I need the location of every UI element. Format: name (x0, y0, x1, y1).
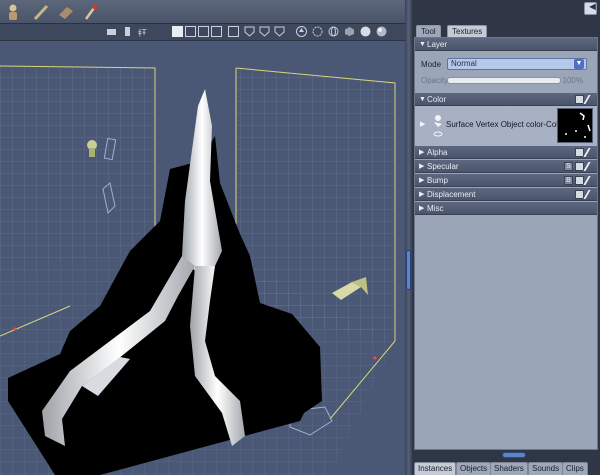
shield-view-icon[interactable] (244, 26, 255, 37)
block-tool-icon[interactable] (57, 3, 75, 21)
three-view-icon[interactable] (198, 26, 209, 37)
tab-sounds[interactable]: Sounds (528, 462, 564, 475)
mode-dropdown[interactable]: Normal ▼ (447, 58, 587, 70)
section-misc[interactable]: ▶ Misc (415, 202, 597, 215)
left-wall-grid (0, 66, 155, 273)
collapse-panel-button[interactable]: ◄ (584, 1, 598, 15)
section-specular[interactable]: ▶ Specular S (415, 160, 598, 173)
shield3-view-icon[interactable] (274, 26, 285, 37)
single-view-icon[interactable] (172, 26, 183, 37)
sphere-icon[interactable] (360, 26, 371, 37)
collapsed-triangle-icon: ▶ (419, 163, 425, 170)
view-toolbar: ǂŦ (0, 24, 412, 41)
section-displacement-title: Displacement (427, 190, 476, 199)
four-view-icon[interactable] (211, 26, 222, 37)
section-misc-title: Misc (427, 204, 444, 213)
paint-brush-icon[interactable] (583, 190, 598, 199)
expanded-triangle-icon: ▼ (419, 96, 426, 103)
section-alpha[interactable]: ▶ Alpha (415, 146, 598, 159)
opacity-label: Opacity (421, 76, 449, 85)
tab-objects[interactable]: Objects (456, 462, 492, 475)
antenna-tool-icon[interactable]: ǂŦ (138, 26, 149, 37)
section-displacement[interactable]: ▶ Displacement (415, 188, 598, 201)
opacity-slider[interactable] (447, 77, 561, 84)
textures-panel: ▼ Layer Mode Normal ▼ Opacity 100% ▼ Col… (414, 37, 598, 450)
paint-brush-icon[interactable] (583, 162, 598, 171)
figure-tool-icon[interactable] (4, 3, 22, 21)
section-alpha-title: Alpha (427, 148, 448, 157)
expanded-triangle-icon: ▼ (419, 41, 426, 48)
opacity-slider-fill (448, 78, 560, 83)
panel-scrollbar[interactable] (412, 450, 600, 460)
layout-view-icon[interactable] (228, 26, 239, 37)
section-layer[interactable]: ▼ Layer (415, 38, 597, 51)
paint-brush-icon[interactable] (583, 95, 598, 104)
target-icon[interactable] (312, 26, 323, 37)
arrow-up-icon[interactable] (296, 26, 307, 37)
collapsed-triangle-icon: ▶ (419, 191, 425, 198)
wand-tool-icon[interactable] (32, 3, 50, 21)
tab-clips[interactable]: Clips (562, 462, 588, 475)
specular-s-icon[interactable]: S (564, 162, 573, 171)
section-color[interactable]: ▼ Color (415, 93, 598, 106)
panel-splitter[interactable] (405, 0, 412, 475)
tab-shaders[interactable]: Shaders (490, 462, 528, 475)
two-view-icon[interactable] (185, 26, 196, 37)
opacity-value: 100% (562, 76, 583, 85)
color-texture-thumbnail[interactable] (557, 108, 593, 143)
mode-value: Normal (451, 59, 477, 68)
vertex-color-icon (433, 115, 443, 137)
cube-icon[interactable] (344, 26, 355, 37)
bottle-tool-icon[interactable] (122, 26, 133, 37)
section-color-title: Color (427, 95, 447, 104)
collapsed-triangle-icon[interactable]: ▶ (420, 120, 425, 128)
globe-icon[interactable] (328, 26, 339, 37)
color-layer-row[interactable]: ▶ Surface Vertex Object color-Color (415, 106, 597, 146)
shield2-view-icon[interactable] (259, 26, 270, 37)
scene-render (0, 65, 396, 475)
bump-b-icon[interactable]: B (564, 176, 573, 185)
splitter-handle[interactable] (406, 250, 411, 290)
collapsed-triangle-icon: ▶ (419, 177, 425, 184)
collapsed-triangle-icon: ▶ (419, 149, 425, 156)
svg-text:ǂŦ: ǂŦ (138, 28, 147, 37)
mode-label: Mode (421, 60, 442, 69)
section-bump[interactable]: ▶ Bump B (415, 174, 598, 187)
collapse-arrow-icon: ◄ (587, 1, 598, 13)
section-specular-title: Specular (427, 162, 459, 171)
color-layer-label: Surface Vertex Object color-Color (446, 120, 558, 129)
scrollbar-thumb[interactable] (502, 452, 526, 458)
3d-viewport[interactable] (0, 41, 405, 475)
brush-tool-icon[interactable] (82, 3, 100, 21)
paint-brush-icon[interactable] (583, 148, 598, 157)
collapsed-triangle-icon: ▶ (419, 205, 425, 212)
tab-instances[interactable]: Instances (414, 462, 457, 475)
paint-brush-icon[interactable] (583, 176, 598, 185)
chevron-down-icon: ▼ (574, 59, 584, 69)
camera-tool-icon[interactable] (106, 26, 117, 37)
section-bump-title: Bump (427, 176, 448, 185)
section-layer-title: Layer (427, 40, 448, 49)
properties-panel: ◄ Tool Textures ▼ Layer Mode Normal ▼ Op… (412, 0, 600, 475)
main-toolbar (0, 0, 412, 24)
smooth-sphere-icon[interactable] (376, 26, 387, 37)
bottom-tab-bar: Instances Objects Shaders Sounds Clips (412, 461, 600, 475)
